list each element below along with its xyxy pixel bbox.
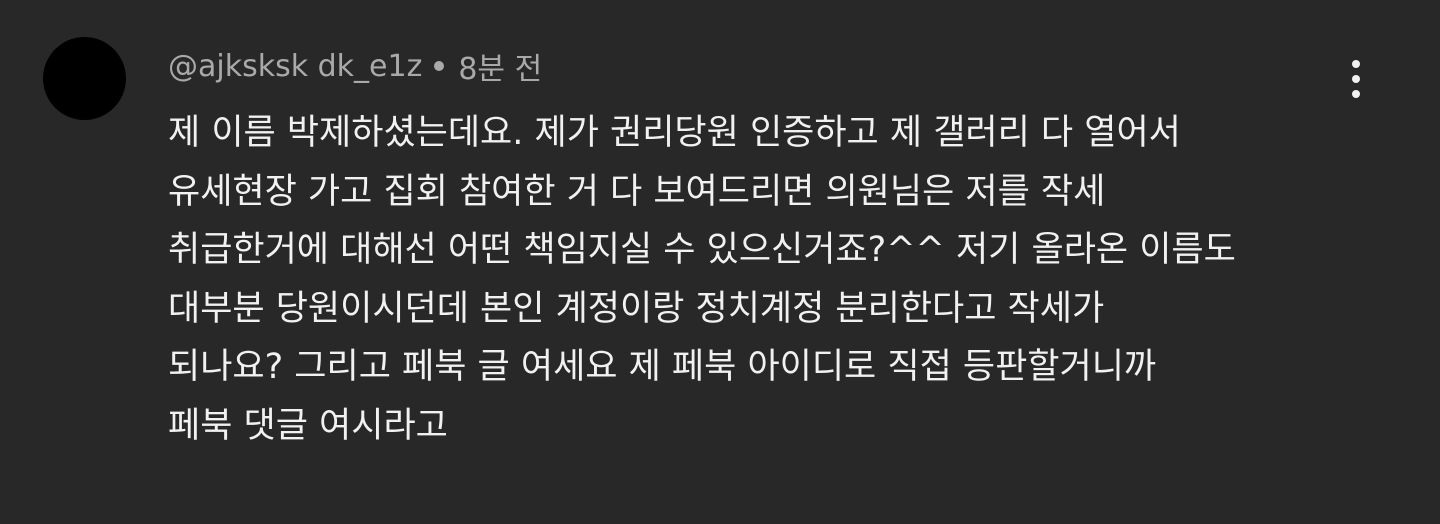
separator-dot bbox=[434, 61, 445, 71]
more-vert-icon[interactable] bbox=[1332, 55, 1380, 103]
comment-line: 페북 댓글 여시라고 bbox=[168, 405, 448, 446]
author-name[interactable]: @ajksksk dk_e1z bbox=[168, 49, 422, 84]
comment-line: 제 이름 박제하셨는데요. 제가 권리당원 인증하고 제 갤러리 다 열어서 bbox=[168, 113, 1181, 153]
menu-dot bbox=[1352, 75, 1360, 83]
menu-dot bbox=[1352, 60, 1360, 68]
avatar[interactable] bbox=[43, 37, 126, 120]
comment-line: 유세현장 가고 집회 참여한 거 다 보여드리면 의원님은 저를 작세 bbox=[168, 171, 1106, 212]
comment-line: 취급한거에 대해선 어떤 책임지실 수 있으신거죠?^^ 저기 올라온 이름도 bbox=[168, 230, 1236, 271]
comment-thread-item: @ajksksk dk_e1z 8분 전 제 이름 박제하셨는데요. 제가 권리… bbox=[0, 0, 1440, 524]
comment-line: 대부분 당원이시던데 본인 계정이랑 정치계정 분리한다고 작세가 bbox=[168, 288, 1105, 329]
menu-dot bbox=[1352, 90, 1360, 98]
timestamp[interactable]: 8분 전 bbox=[458, 44, 542, 88]
comment-header: @ajksksk dk_e1z 8분 전 bbox=[168, 44, 542, 88]
comment-body: 제 이름 박제하셨는데요. 제가 권리당원 인증하고 제 갤러리 다 열어서 유… bbox=[168, 104, 1398, 456]
comment-line: 되나요? 그리고 페북 글 여세요 제 페북 아이디로 직접 등판할거니까 bbox=[168, 347, 1157, 388]
